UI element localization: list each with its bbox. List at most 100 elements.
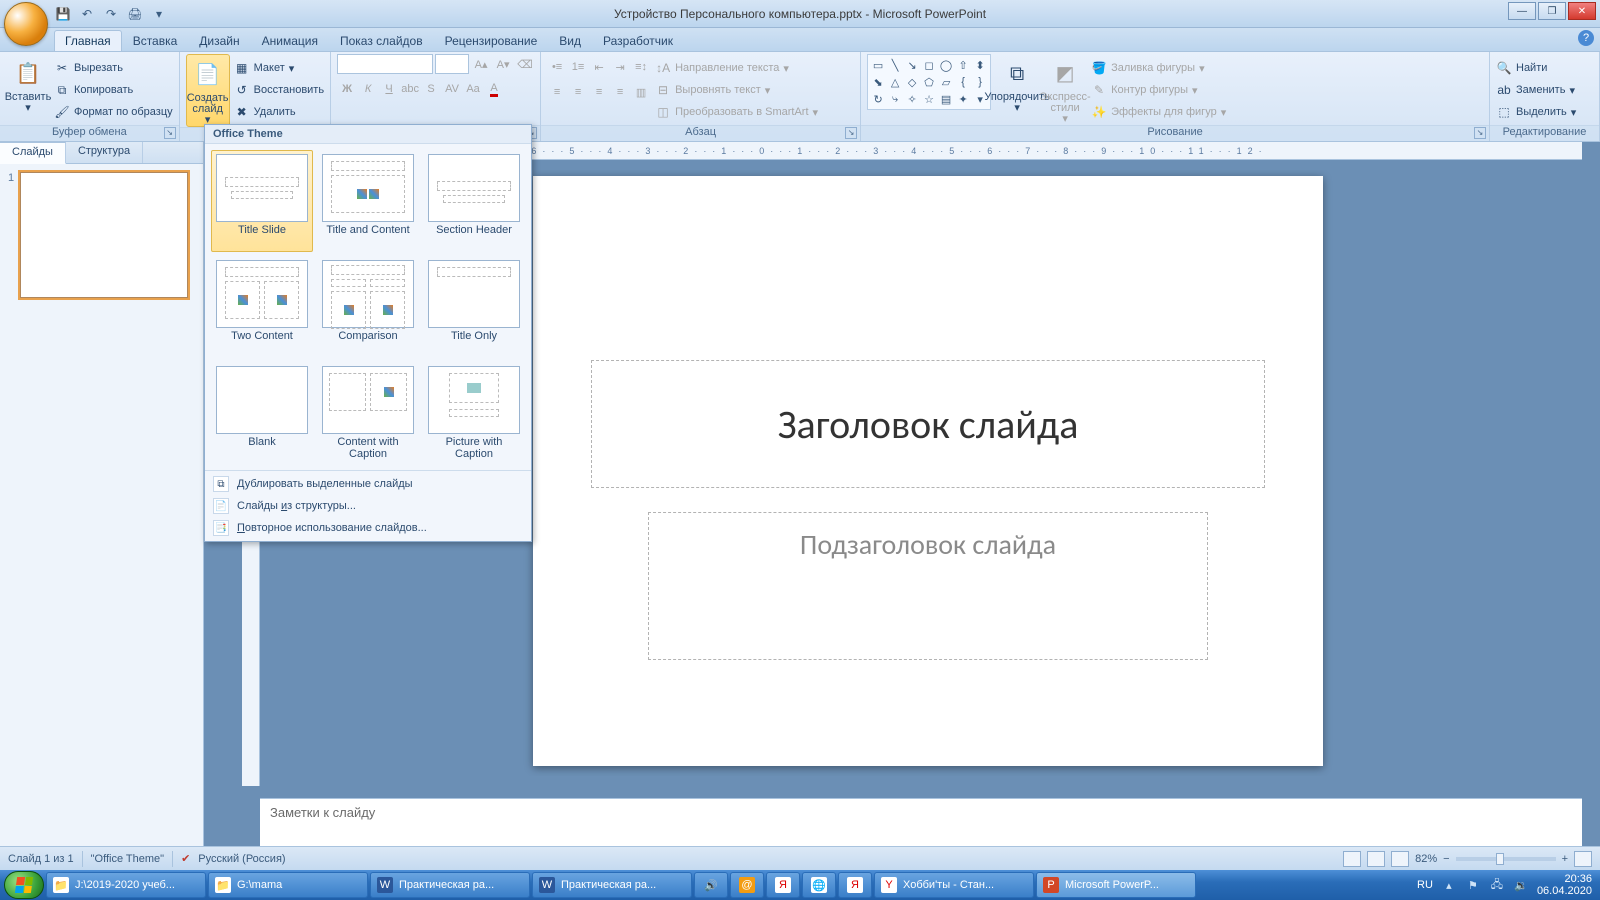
task-ybrowser[interactable]: YХобби'ты - Стан... (874, 872, 1034, 898)
notes-pane[interactable]: Заметки к слайду (260, 798, 1582, 846)
task-powerpoint[interactable]: PMicrosoft PowerP... (1036, 872, 1196, 898)
tab-insert[interactable]: Вставка (122, 30, 189, 51)
restore-button[interactable]: ❐ (1538, 2, 1566, 20)
redo-icon[interactable]: ↷ (102, 5, 120, 23)
tab-view[interactable]: Вид (548, 30, 592, 51)
lp-tab-slides[interactable]: Слайды (0, 142, 66, 164)
zoom-value[interactable]: 82% (1415, 853, 1437, 865)
slide-thumb-1[interactable]: 1 (8, 172, 195, 298)
gallery-duplicate[interactable]: ⧉Дублировать выделенные слайды (205, 473, 531, 495)
font-family-select[interactable] (337, 54, 433, 74)
case-icon[interactable]: Aa (463, 79, 483, 99)
tray-flag-icon[interactable]: ⚑ (1465, 877, 1481, 893)
layout-button[interactable]: ▦Макет▾ (234, 58, 324, 78)
shape-icon[interactable]: } (972, 74, 988, 90)
task-chrome[interactable]: 🌐 (802, 872, 836, 898)
layout-title-slide[interactable]: Title Slide (211, 150, 313, 252)
qat-more-icon[interactable]: ▾ (150, 5, 168, 23)
subtitle-placeholder[interactable]: Подзаголовок слайда (648, 512, 1208, 660)
cut-button[interactable]: ✂Вырезать (54, 58, 173, 78)
align-text-button[interactable]: ⊟Выровнять текст▾ (655, 80, 818, 100)
text-direction-button[interactable]: ↕AНаправление текста▾ (655, 58, 818, 78)
indent-dec-icon[interactable]: ⇤ (589, 57, 609, 77)
fit-slide-icon[interactable] (1574, 851, 1592, 867)
gallery-reuse[interactable]: 📑Повторное использование слайдов... (205, 517, 531, 539)
task-folder-1[interactable]: 📁J:\2019-2020 учеб... (46, 872, 206, 898)
task-word-1[interactable]: WПрактическая ра... (370, 872, 530, 898)
undo-icon[interactable]: ↶ (78, 5, 96, 23)
shape-icon[interactable]: ✧ (904, 91, 920, 107)
shape-icon[interactable]: ↻ (870, 91, 886, 107)
shadow-icon[interactable]: S (421, 79, 441, 99)
copy-button[interactable]: ⧉Копировать (54, 80, 173, 100)
reset-button[interactable]: ↺Восстановить (234, 80, 324, 100)
align-left-icon[interactable]: ≡ (547, 82, 567, 102)
task-yandex-1[interactable]: Я (766, 872, 800, 898)
replace-button[interactable]: abЗаменить▾ (1496, 80, 1576, 100)
layout-two-content[interactable]: Two Content (211, 256, 313, 358)
align-center-icon[interactable]: ≡ (568, 82, 588, 102)
shape-icon[interactable]: ☆ (921, 91, 937, 107)
layout-title-only[interactable]: Title Only (423, 256, 525, 358)
new-slide-button[interactable]: 📄 Создать слайд ▾ (186, 54, 230, 127)
dialog-launcher-icon[interactable]: ↘ (1474, 127, 1486, 139)
numbering-icon[interactable]: 1≡ (568, 57, 588, 77)
shape-effects-button[interactable]: ✨Эффекты для фигур▾ (1091, 102, 1226, 122)
shape-outline-button[interactable]: ✎Контур фигуры▾ (1091, 80, 1226, 100)
task-mail[interactable]: @ (730, 872, 764, 898)
zoom-out-icon[interactable]: − (1443, 853, 1449, 865)
slide-canvas[interactable]: Заголовок слайда Подзаголовок слайда (533, 176, 1323, 766)
task-word-2[interactable]: WПрактическая ра... (532, 872, 692, 898)
shape-icon[interactable]: ◇ (904, 74, 920, 90)
tray-chevron-icon[interactable]: ▴ (1441, 877, 1457, 893)
save-icon[interactable]: 💾 (54, 5, 72, 23)
indent-inc-icon[interactable]: ⇥ (610, 57, 630, 77)
layout-comparison[interactable]: Comparison (317, 256, 419, 358)
shape-icon[interactable]: ⤷ (887, 91, 903, 107)
start-button[interactable] (4, 871, 44, 899)
tab-design[interactable]: Дизайн (188, 30, 250, 51)
tray-clock[interactable]: 20:36 06.04.2020 (1537, 873, 1592, 897)
tab-home[interactable]: Главная (54, 30, 122, 51)
spellcheck-icon[interactable]: ✔ (181, 852, 190, 865)
zoom-slider[interactable] (1456, 857, 1556, 861)
close-button[interactable]: ✕ (1568, 2, 1596, 20)
tab-review[interactable]: Рецензирование (434, 30, 549, 51)
linespacing-icon[interactable]: ≡↕ (631, 57, 651, 77)
shape-icon[interactable]: { (955, 74, 971, 90)
shape-icon[interactable]: ⬠ (921, 74, 937, 90)
task-folder-2[interactable]: 📁G:\mama (208, 872, 368, 898)
layout-picture-caption[interactable]: Picture with Caption (423, 362, 525, 464)
paste-button[interactable]: 📋 Вставить ▾ (6, 54, 50, 114)
shape-icon[interactable]: ◻ (921, 57, 937, 73)
shape-icon[interactable]: ◯ (938, 57, 954, 73)
bold-icon[interactable]: Ж (337, 79, 357, 99)
bullets-icon[interactable]: •≡ (547, 57, 567, 77)
tab-slideshow[interactable]: Показ слайдов (329, 30, 434, 51)
delete-button[interactable]: ✖Удалить (234, 102, 324, 122)
tab-animation[interactable]: Анимация (251, 30, 329, 51)
italic-icon[interactable]: К (358, 79, 378, 99)
task-sound[interactable]: 🔊 (694, 872, 728, 898)
shape-icon[interactable]: ↘ (904, 57, 920, 73)
quick-styles-button[interactable]: ◩Экспресс-стили▾ (1043, 54, 1087, 125)
shape-icon[interactable]: ⇧ (955, 57, 971, 73)
columns-icon[interactable]: ▥ (631, 82, 651, 102)
shapes-gallery[interactable]: ▭╲↘◻◯⇧⬍ ⬊△◇⬠▱{} ↻⤷✧☆▤✦▾ (867, 54, 991, 110)
shape-icon[interactable]: ▱ (938, 74, 954, 90)
arrange-button[interactable]: ⧉Упорядочить▾ (995, 54, 1039, 114)
layout-section-header[interactable]: Section Header (423, 150, 525, 252)
find-button[interactable]: 🔍Найти (1496, 58, 1576, 78)
strike-icon[interactable]: abc (400, 79, 420, 99)
shape-icon[interactable]: ⬊ (870, 74, 886, 90)
layout-content-caption[interactable]: Content with Caption (317, 362, 419, 464)
clear-format-icon[interactable]: ⌫ (515, 54, 535, 74)
title-placeholder[interactable]: Заголовок слайда (591, 360, 1265, 488)
view-normal-icon[interactable] (1343, 851, 1361, 867)
dialog-launcher-icon[interactable]: ↘ (845, 127, 857, 139)
dialog-launcher-icon[interactable]: ↘ (164, 127, 176, 139)
help-icon[interactable]: ? (1578, 30, 1594, 46)
shape-icon[interactable]: ⬍ (972, 57, 988, 73)
tray-volume-icon[interactable]: 🔉 (1513, 877, 1529, 893)
format-painter-button[interactable]: 🖌Формат по образцу (54, 102, 173, 122)
